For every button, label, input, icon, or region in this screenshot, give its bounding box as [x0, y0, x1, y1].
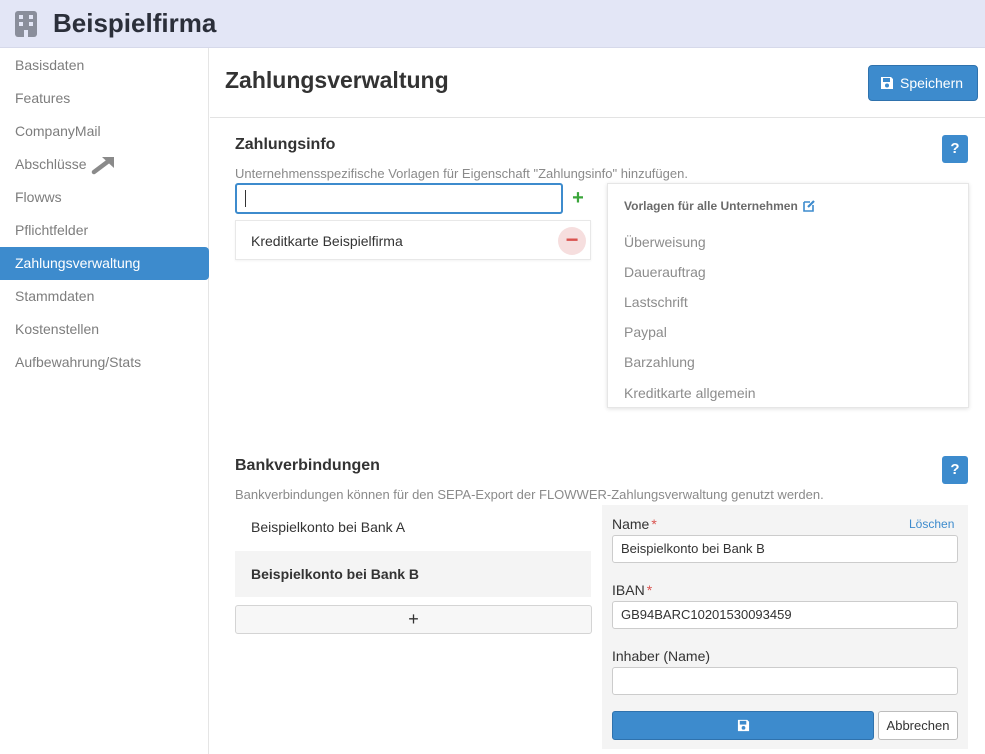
sidebar-item-kostenstellen[interactable]: Kostenstellen [0, 313, 209, 346]
sidebar-item-label: Stammdaten [15, 288, 95, 304]
page-title: Zahlungsverwaltung [225, 67, 449, 93]
iban-label-text: IBAN [612, 582, 645, 598]
sidebar-item-label: Aufbewahrung/Stats [15, 354, 142, 370]
name-label: Name * [612, 516, 657, 532]
external-arrow-icon [91, 157, 114, 175]
template-item[interactable]: Dauerauftrag [624, 264, 706, 280]
sidebar-item-label: Zahlungsverwaltung [15, 255, 141, 271]
zahlungsinfo-item: Kreditkarte Beispielfirma − [235, 220, 591, 260]
template-item[interactable]: Überweisung [624, 234, 706, 250]
bank-account-form: Name * Löschen Beispielkonto bei Bank B I… [602, 505, 968, 749]
zahlungsinfo-help-button[interactable]: ? [942, 135, 968, 163]
sidebar: Basisdaten Features CompanyMail Abschlüs… [0, 48, 209, 754]
company-name: Beispielfirma [53, 8, 217, 38]
templates-title: Vorlagen für alle Unternehmen [624, 199, 798, 213]
iban-label: IBAN * [612, 582, 652, 598]
templates-header: Vorlagen für alle Unternehmen [624, 199, 816, 213]
templates-panel: Vorlagen für alle Unternehmen Überweisun… [607, 183, 969, 408]
sidebar-item-features[interactable]: Features [0, 82, 209, 115]
text-caret [245, 190, 246, 207]
zahlungsinfo-title: Zahlungsinfo [235, 136, 336, 153]
sidebar-item-label: Kostenstellen [15, 321, 100, 337]
template-item[interactable]: Barzahlung [624, 354, 695, 370]
name-label-text: Name [612, 516, 650, 532]
zahlungsinfo-item-label: Kreditkarte Beispielfirma [251, 233, 403, 249]
sidebar-item-stammdaten[interactable]: Stammdaten [0, 280, 209, 313]
sidebar-item-abschluesse[interactable]: Abschlüsse [0, 148, 209, 181]
edit-icon[interactable] [803, 199, 816, 212]
cancel-button[interactable]: Abbrechen [878, 711, 958, 740]
sidebar-item-label: Features [15, 90, 71, 106]
sidebar-item-label: CompanyMail [15, 123, 101, 139]
sidebar-item-label: Abschlüsse [15, 156, 87, 172]
sidebar-item-aufbewahrung[interactable]: Aufbewahrung/Stats [0, 346, 209, 379]
bank-description: Bankverbindungen können für den SEPA-Exp… [235, 487, 824, 502]
bank-help-button[interactable]: ? [942, 456, 968, 484]
sidebar-item-zahlungsverwaltung[interactable]: Zahlungsverwaltung [0, 247, 209, 280]
required-mark: * [651, 516, 657, 532]
sidebar-item-flowws[interactable]: Flowws [0, 181, 209, 214]
top-bar: Beispielfirma [0, 0, 985, 48]
iban-field[interactable]: GB94BARC10201530093459 [612, 601, 958, 629]
page-header: Zahlungsverwaltung Speichern [210, 48, 985, 118]
holder-field[interactable] [612, 667, 958, 695]
template-item[interactable]: Kreditkarte allgemein [624, 385, 756, 401]
delete-bank-account-link[interactable]: Löschen [909, 517, 954, 531]
holder-label: Inhaber (Name) [612, 648, 711, 664]
sidebar-item-pflichtfelder[interactable]: Pflichtfelder [0, 214, 209, 247]
required-mark: * [646, 582, 653, 598]
add-zahlungsinfo-button[interactable]: + [565, 186, 591, 212]
bank-account-item[interactable]: Beispielkonto bei Bank A [235, 504, 591, 550]
zahlungsinfo-description: Unternehmensspezifische Vorlagen für Eig… [235, 166, 688, 181]
save-button-label: Speichern [900, 75, 964, 91]
sidebar-item-basisdaten[interactable]: Basisdaten [0, 49, 209, 82]
save-bank-account-button[interactable] [612, 711, 874, 740]
floppy-disk-icon [881, 77, 893, 89]
save-button[interactable]: Speichern [868, 65, 978, 101]
sidebar-item-label: Flowws [15, 189, 62, 205]
bank-account-item-selected[interactable]: Beispielkonto bei Bank B [235, 551, 591, 597]
name-field[interactable]: Beispielkonto bei Bank B [612, 535, 958, 563]
template-item[interactable]: Paypal [624, 324, 667, 340]
building-icon [15, 11, 37, 37]
sidebar-item-label: Basisdaten [15, 57, 85, 73]
sidebar-item-label: Pflichtfelder [15, 222, 89, 238]
add-bank-account-button[interactable]: + [235, 605, 592, 634]
remove-zahlungsinfo-button[interactable]: − [558, 227, 586, 255]
zahlungsinfo-input[interactable] [235, 183, 563, 214]
bank-title: Bankverbindungen [235, 457, 380, 474]
template-item[interactable]: Lastschrift [624, 294, 688, 310]
main-content: Zahlungsverwaltung Speichern Zahlungsinf… [210, 48, 985, 754]
sidebar-item-companymail[interactable]: CompanyMail [0, 115, 209, 148]
floppy-disk-icon [737, 719, 749, 732]
